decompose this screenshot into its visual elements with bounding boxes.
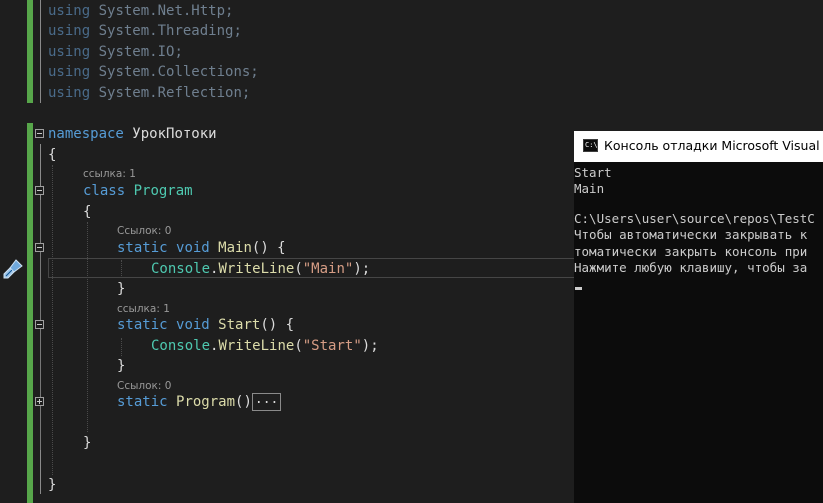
codelens-references[interactable]: ссылка: 1: [117, 302, 170, 316]
indent-guide: [121, 338, 122, 356]
indent-guide: [52, 165, 53, 475]
method-name-main: Main: [218, 240, 252, 256]
code-line-class[interactable]: class Program: [83, 181, 193, 201]
using-namespace: System.Reflection;: [98, 85, 251, 101]
code-line-using[interactable]: using System.Reflection;: [48, 83, 250, 103]
code-line-brace[interactable]: {: [48, 145, 56, 165]
using-namespace: System.Collections;: [98, 64, 259, 80]
code-line-brace[interactable]: }: [83, 433, 91, 453]
code-line-namespace[interactable]: namespace УрокПотоки: [48, 124, 217, 144]
keyword-using: using: [48, 23, 91, 39]
code-line-writeline-main[interactable]: Console.WriteLine("Main");: [151, 259, 370, 279]
console-cursor: [575, 287, 582, 290]
code-line-ctor-signature[interactable]: static Program()...: [117, 392, 282, 412]
namespace-name: УрокПотоки: [132, 126, 217, 142]
fold-main-toggle[interactable]: [35, 243, 44, 252]
code-line-brace[interactable]: {: [83, 202, 91, 222]
line-number-margin: [0, 0, 8, 503]
keyword-using: using: [48, 44, 91, 60]
code-line-using[interactable]: using System.Threading;: [48, 21, 242, 41]
using-outline-line: [40, 0, 41, 103]
console-line: Main: [574, 181, 605, 196]
using-namespace: System.IO;: [98, 44, 183, 60]
console-line: Нажмите любую клавишу, чтобы за: [574, 260, 808, 275]
code-line-using[interactable]: using System.Net.Http;: [48, 1, 233, 21]
keyword-using: using: [48, 85, 91, 101]
collapsed-region-marker[interactable]: ...: [251, 393, 282, 411]
code-line-brace[interactable]: }: [48, 475, 56, 495]
codelens-references[interactable]: Ссылок: 0: [117, 224, 171, 238]
method-name-start: Start: [218, 317, 261, 333]
using-namespace: System.Net.Http;: [98, 3, 234, 19]
console-app-icon: C:\: [583, 139, 598, 152]
console-titlebar[interactable]: C:\ Консоль отладки Microsoft Visual Stu…: [574, 131, 823, 162]
paintbrush-icon[interactable]: [2, 258, 24, 280]
keyword-namespace: namespace: [48, 126, 124, 142]
debug-console-window[interactable]: C:\ Консоль отладки Microsoft Visual Stu…: [574, 131, 823, 503]
using-namespace: System.Threading;: [98, 23, 242, 39]
code-line-brace[interactable]: }: [117, 356, 125, 376]
fold-ctor-toggle[interactable]: [35, 397, 44, 406]
console-output[interactable]: Start Main C:\Users\user\source\repos\Te…: [574, 164, 823, 503]
indent-guide: [87, 222, 88, 432]
code-line-start-signature[interactable]: static void Start() {: [117, 315, 294, 335]
console-title: Консоль отладки Microsoft Visual Studio: [604, 138, 823, 153]
change-indicator-bar: [27, 0, 33, 103]
codelens-references[interactable]: ссылка: 1: [83, 167, 136, 181]
keyword-class: class: [83, 183, 126, 199]
fold-namespace-toggle[interactable]: [35, 129, 44, 138]
keyword-using: using: [48, 64, 91, 80]
code-line-using[interactable]: using System.IO;: [48, 42, 183, 62]
keyword-using: using: [48, 3, 91, 19]
code-line-writeline-start[interactable]: Console.WriteLine("Start");: [151, 336, 379, 356]
class-name: Program: [133, 183, 193, 199]
ctor-name: Program: [176, 394, 236, 410]
change-indicator-bar: [27, 123, 33, 503]
fold-class-toggle[interactable]: [35, 186, 44, 195]
fold-start-toggle[interactable]: [35, 320, 44, 329]
console-line: Чтобы автоматически закрывать к: [574, 227, 808, 242]
code-line-using[interactable]: using System.Collections;: [48, 62, 259, 82]
code-line-main-signature[interactable]: static void Main() {: [117, 238, 286, 258]
code-line-brace[interactable]: }: [117, 279, 125, 299]
codelens-references[interactable]: Ссылок: 0: [117, 379, 171, 393]
